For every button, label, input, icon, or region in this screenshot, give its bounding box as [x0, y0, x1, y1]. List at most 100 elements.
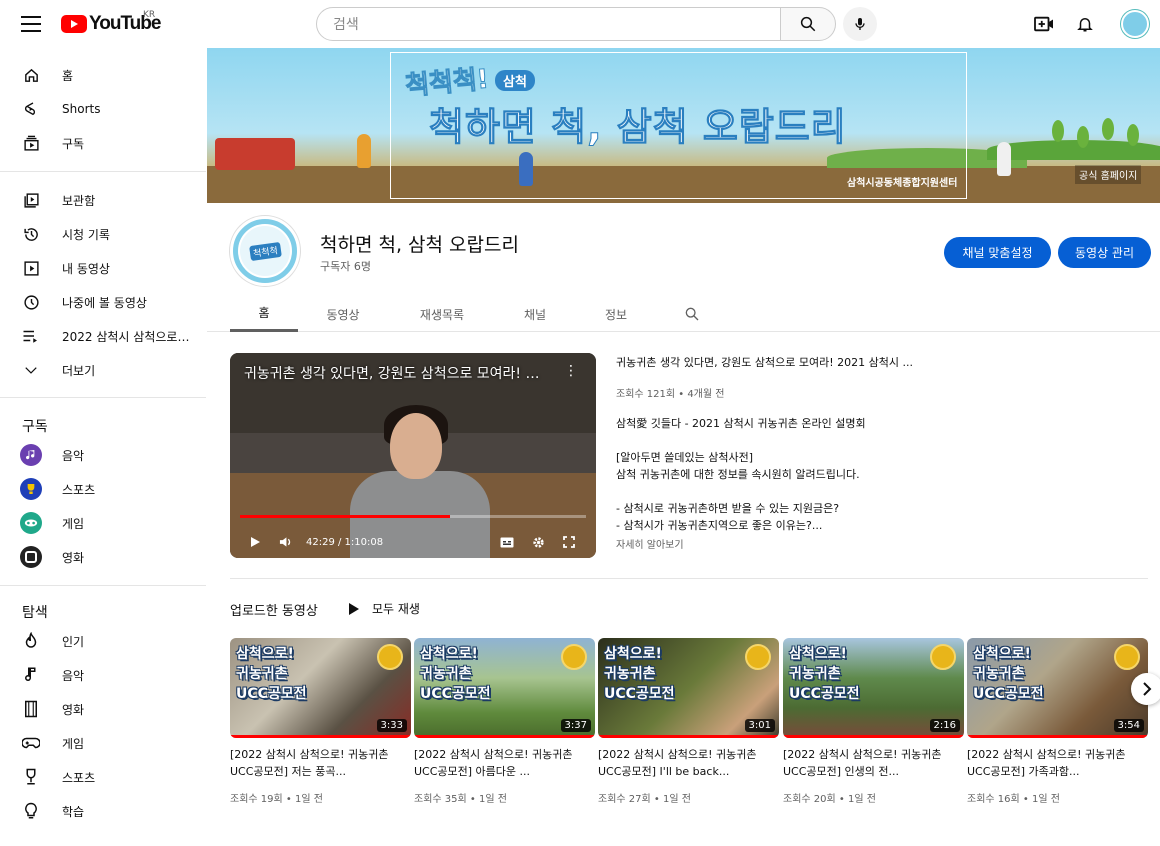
- customize-channel-button[interactable]: 채널 맞춤설정: [944, 237, 1051, 268]
- hamburger-menu-icon[interactable]: [18, 12, 44, 36]
- sidebar-item-sub-sports[interactable]: 스포츠: [0, 472, 206, 506]
- manage-videos-button[interactable]: 동영상 관리: [1058, 237, 1151, 268]
- banner-homepage-link[interactable]: 공식 홈페이지: [1075, 165, 1142, 184]
- sidebar-item-music[interactable]: 음악: [0, 658, 206, 692]
- sidebar-item-subscriptions[interactable]: 구독: [0, 126, 206, 160]
- tab-channels[interactable]: 채널: [512, 296, 558, 332]
- channel-avatar[interactable]: 척척척: [230, 216, 300, 286]
- video-title[interactable]: [2022 삼척시 삼척으로! 귀농귀촌 UCC공모전] 인생의 전...: [783, 746, 958, 780]
- video-title[interactable]: [2022 삼척시 삼척으로! 귀농귀촌 UCC공모전] 저는 풍곡...: [230, 746, 405, 780]
- video-title[interactable]: [2022 삼척시 삼척으로! 귀농귀촌 UCC공모전] I'll be bac…: [598, 746, 773, 780]
- featured-description-line: - 삼척시로 귀농귀촌하면 받을 수 있는 지원금은?: [616, 502, 840, 515]
- featured-video-player[interactable]: 귀농귀촌 생각 있다면, 강원도 삼척으로 모여라! 2021 삼척시 귀농귀촌…: [230, 353, 596, 558]
- sidebar: 홈 Shorts 구독 보관함 시청 기록 내 동영상 나중에 볼 동영상 20…: [0, 56, 206, 846]
- sidebar-item-label: 구독: [62, 136, 85, 151]
- banner-tree: [1077, 126, 1089, 148]
- video-title[interactable]: [2022 삼척시 삼척으로! 귀농귀촌 UCC공모전] 가족과함...: [967, 746, 1142, 780]
- sidebar-item-label: 2022 삼척시 삼척으로! 귀농귀촌 UCC공모전: [62, 329, 192, 344]
- banner-title: 척하면 척, 삼척 오랍드리: [429, 105, 847, 150]
- subscriptions-heading: 구독: [22, 419, 48, 435]
- tab-videos[interactable]: 동영상: [313, 296, 373, 332]
- music-icon: [22, 666, 40, 684]
- sidebar-item-label: 게임: [62, 736, 85, 751]
- watched-progress-bar: [598, 735, 779, 738]
- tab-about[interactable]: 정보: [593, 296, 639, 332]
- settings-gear-icon[interactable]: [531, 535, 545, 549]
- video-thumbnail[interactable]: 삼척으로! 귀농귀촌 UCC공모전 3:54: [967, 638, 1148, 738]
- sidebar-item-watch-later[interactable]: 나중에 볼 동영상: [0, 285, 206, 319]
- sidebar-item-history[interactable]: 시청 기록: [0, 217, 206, 251]
- search-button[interactable]: [780, 7, 836, 41]
- captions-icon[interactable]: [500, 535, 514, 549]
- video-thumbnail[interactable]: 삼척으로! 귀농귀촌 UCC공모전 2:16: [783, 638, 964, 738]
- video-duration: 3:54: [1113, 719, 1144, 732]
- account-avatar[interactable]: [1121, 10, 1149, 38]
- video-thumbnail[interactable]: 삼척으로! 귀농귀촌 UCC공모전 3:33: [230, 638, 411, 738]
- sidebar-item-trending[interactable]: 인기: [0, 624, 206, 658]
- sidebar-item-sub-movies[interactable]: 영화: [0, 540, 206, 574]
- mic-icon: [855, 18, 865, 30]
- trophy-icon: [22, 768, 40, 786]
- sidebar-item-my-videos[interactable]: 내 동영상: [0, 251, 206, 285]
- video-meta: 조회수 19회 • 1일 전: [230, 794, 323, 805]
- featured-video-title[interactable]: 귀농귀촌 생각 있다면, 강원도 삼척으로 모여라! 2021 삼척시 ...: [616, 354, 913, 370]
- thumbnail-text-line: 귀농귀촌: [236, 666, 288, 682]
- tab-search[interactable]: [677, 296, 707, 332]
- banner-tree: [1102, 118, 1114, 140]
- sidebar-item-playlist[interactable]: 2022 삼척시 삼척으로! 귀농귀촌 UCC공모전: [0, 319, 206, 353]
- featured-video-stats: 조회수 121회 • 4개월 전: [616, 389, 725, 400]
- video-title[interactable]: [2022 삼척시 삼척으로! 귀농귀촌 UCC공모전] 아름다운 ...: [414, 746, 589, 780]
- shelf-next-button[interactable]: [1131, 673, 1160, 705]
- create-button[interactable]: [1032, 12, 1056, 36]
- subscriber-count: 구독자 6명: [320, 260, 371, 273]
- play-icon[interactable]: [248, 535, 262, 549]
- sidebar-item-label: 나중에 볼 동영상: [62, 295, 147, 310]
- sidebar-divider: [0, 585, 206, 586]
- thumbnail-text-line: 삼척으로!: [236, 646, 294, 662]
- sidebar-item-learning[interactable]: 학습: [0, 794, 206, 828]
- video-thumbnail[interactable]: 삼척으로! 귀농귀촌 UCC공모전 3:01: [598, 638, 779, 738]
- sidebar-divider: [0, 171, 206, 172]
- sidebar-item-sub-gaming[interactable]: 게임: [0, 506, 206, 540]
- award-medal-icon: [745, 644, 771, 670]
- fullscreen-icon[interactable]: [562, 535, 576, 549]
- thumbnail-text-line: 귀농귀촌: [604, 666, 656, 682]
- more-vert-icon[interactable]: ⋮: [564, 363, 578, 379]
- thumbnail-text-line: UCC공모전: [604, 686, 675, 702]
- sidebar-item-label: 보관함: [62, 193, 96, 208]
- youtube-play-icon: [61, 15, 87, 33]
- sidebar-item-sub-music[interactable]: 음악: [0, 438, 206, 472]
- play-all-button[interactable]: 모두 재생: [349, 600, 420, 617]
- tab-playlists[interactable]: 재생목록: [407, 296, 477, 332]
- sidebar-item-label: 홈: [62, 68, 74, 83]
- sidebar-item-show-more[interactable]: 더보기: [0, 353, 206, 387]
- thumbnail-text-line: 귀농귀촌: [420, 666, 472, 682]
- voice-search-button[interactable]: [843, 7, 877, 41]
- video-thumbnail[interactable]: 삼척으로! 귀농귀촌 UCC공모전 3:37: [414, 638, 595, 738]
- thumbnail-text: 삼척으로! 귀농귀촌 UCC공모전: [420, 644, 491, 704]
- youtube-logo[interactable]: YouTube KR: [61, 10, 161, 36]
- watched-progress-bar: [967, 735, 1148, 738]
- watched-progress-bar: [230, 735, 411, 738]
- read-more-link[interactable]: 자세히 알아보기: [616, 536, 684, 551]
- sidebar-item-shorts[interactable]: Shorts: [0, 92, 206, 126]
- library-icon: [22, 191, 40, 209]
- sidebar-item-movies[interactable]: 영화: [0, 692, 206, 726]
- search-input[interactable]: 검색: [316, 7, 781, 41]
- play-all-label: 모두 재생: [372, 602, 420, 616]
- sidebar-item-library[interactable]: 보관함: [0, 183, 206, 217]
- sidebar-item-home[interactable]: 홈: [0, 58, 206, 92]
- sidebar-item-gaming[interactable]: 게임: [0, 726, 206, 760]
- uploads-heading[interactable]: 업로드한 동영상: [230, 600, 318, 619]
- progress-bar[interactable]: [240, 515, 586, 518]
- gaming-channel-icon: [20, 512, 42, 534]
- tab-home[interactable]: 홈: [230, 296, 298, 332]
- volume-icon[interactable]: [278, 535, 292, 549]
- award-medal-icon: [561, 644, 587, 670]
- sidebar-item-label: 영화: [62, 702, 85, 717]
- notifications-button[interactable]: [1073, 12, 1097, 36]
- video-frame-person: [390, 413, 442, 479]
- player-overlay-title[interactable]: 귀농귀촌 생각 있다면, 강원도 삼척으로 모여라! 2021 삼척시 귀농귀촌…: [244, 363, 544, 383]
- trending-icon: [22, 632, 40, 650]
- sidebar-item-sports[interactable]: 스포츠: [0, 760, 206, 794]
